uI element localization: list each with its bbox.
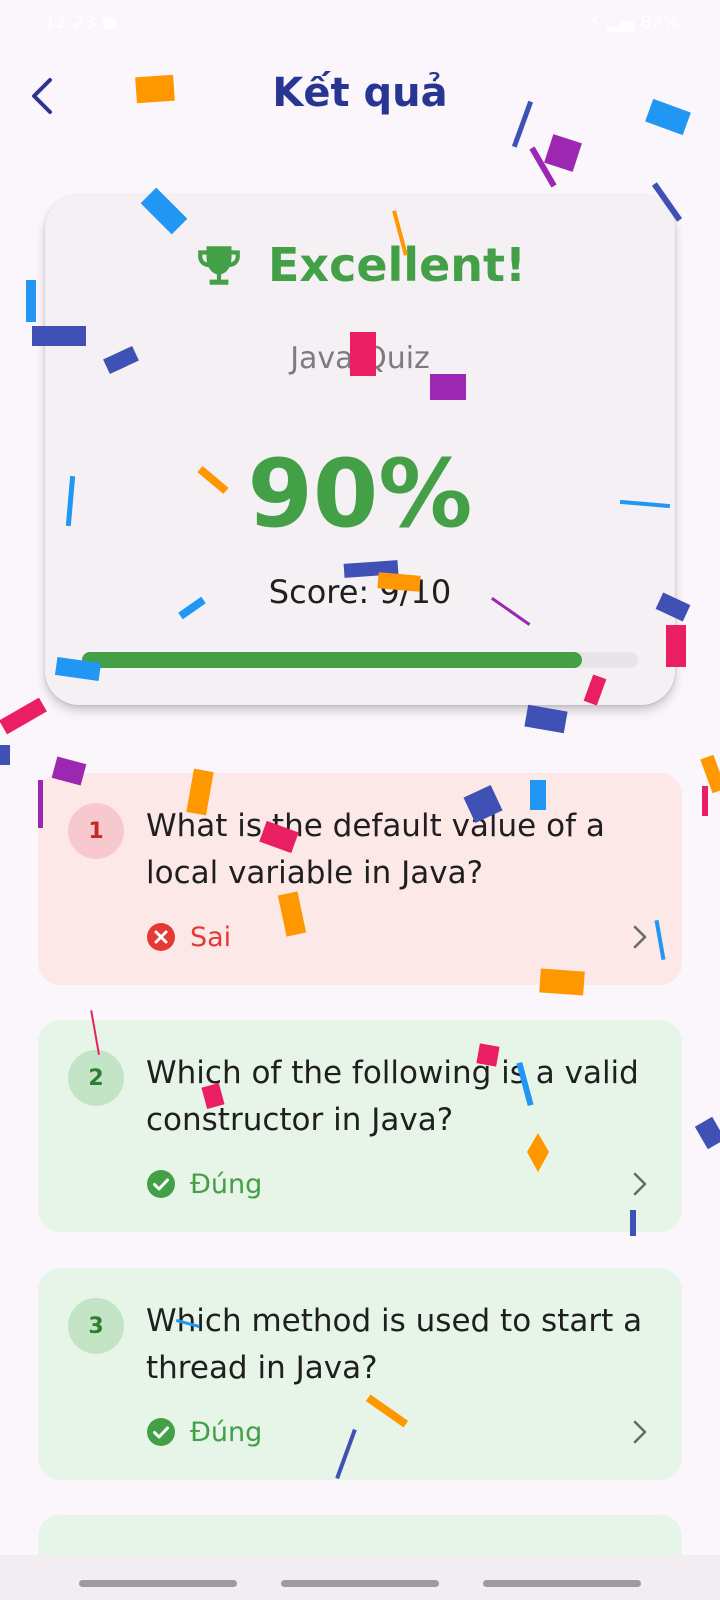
answer-status: Đúng	[146, 1412, 262, 1452]
status-indicators: ⚡ ▂▄ 82%	[588, 12, 680, 33]
question-text: Which method is used to start a thread i…	[146, 1303, 643, 1386]
x-circle-icon	[147, 923, 175, 951]
question-card-2[interactable]: 2 Which of the following is a valid cons…	[38, 1020, 682, 1232]
score-text: Score: 9/10	[268, 573, 452, 611]
score-progress-fill	[82, 652, 583, 668]
quiz-name: Java Quiz	[290, 341, 430, 376]
result-summary-card: Excellent! Java Quiz 90% Score: 9/10	[45, 195, 675, 705]
answer-status: Sai	[146, 917, 231, 957]
question-number: 1	[68, 803, 124, 859]
page-title: Kết quả	[272, 70, 448, 116]
navigation-bar	[0, 1555, 720, 1600]
check-circle-icon	[147, 1170, 175, 1198]
score-progress-bar	[82, 652, 638, 668]
result-label: Excellent!	[267, 238, 526, 292]
result-heading: Excellent!	[45, 235, 675, 295]
nav-pill[interactable]	[281, 1580, 439, 1587]
question-text: Which of the following is a valid constr…	[146, 1055, 639, 1138]
nav-pill[interactable]	[483, 1580, 641, 1587]
app-header: Kết quả	[0, 60, 720, 140]
question-card-3[interactable]: 3 Which method is used to start a thread…	[38, 1268, 682, 1480]
answer-status-label: Đúng	[190, 1168, 263, 1200]
chevron-right-icon[interactable]	[626, 923, 654, 951]
question-card-1[interactable]: 1 What is the default value of a local v…	[38, 773, 682, 985]
question-number: 2	[68, 1050, 124, 1106]
check-circle-icon	[147, 1418, 175, 1446]
nav-pill[interactable]	[79, 1580, 237, 1587]
question-text: What is the default value of a local var…	[146, 808, 605, 891]
score-percent: 90%	[247, 440, 473, 549]
answer-status-label: Đúng	[190, 1416, 263, 1448]
question-card-4-partial[interactable]	[38, 1515, 682, 1555]
question-number: 3	[68, 1298, 124, 1354]
trophy-icon	[198, 246, 240, 285]
answer-status-label: Sai	[190, 921, 232, 953]
chevron-right-icon[interactable]	[626, 1418, 654, 1446]
status-time: 12:23 ●	[44, 12, 118, 33]
status-bar: 12:23 ● ⚡ ▂▄ 82%	[0, 0, 720, 50]
chevron-right-icon[interactable]	[626, 1170, 654, 1198]
answer-status: Đúng	[146, 1164, 262, 1204]
